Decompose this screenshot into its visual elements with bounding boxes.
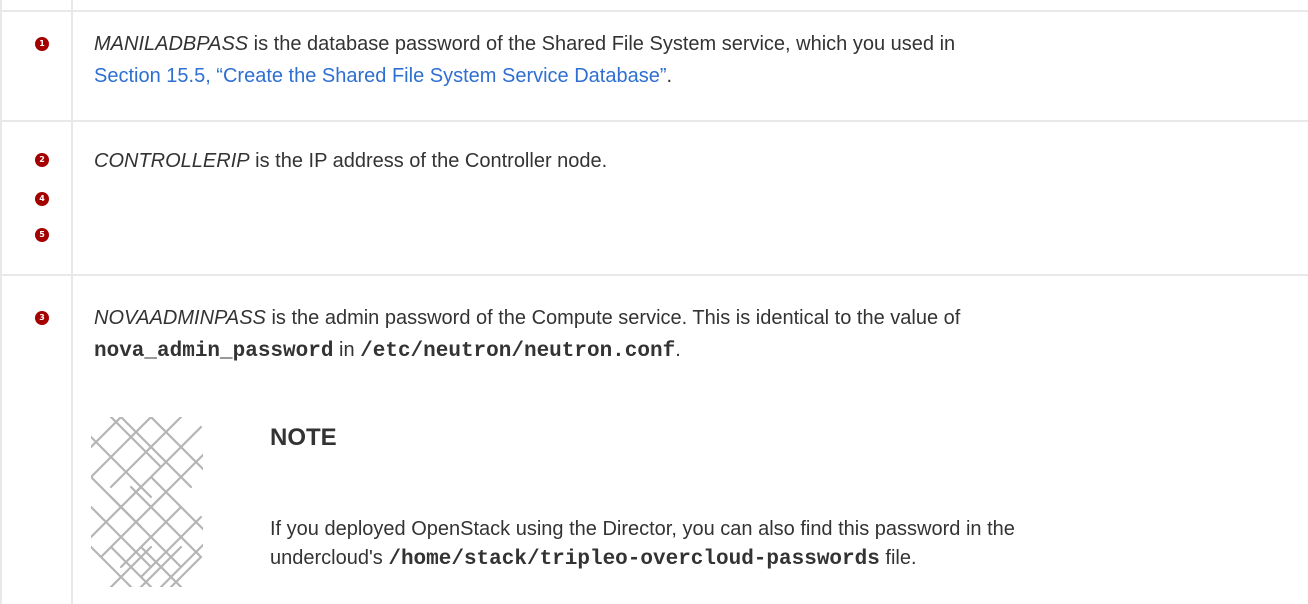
link-period: .: [666, 65, 673, 87]
code-joiner: in: [333, 339, 361, 361]
row-divider: [0, 120, 1308, 122]
note-line-1: If you deployed OpenStack using the Dire…: [270, 518, 1015, 540]
note-prefix: undercloud's: [270, 547, 389, 569]
note-title: NOTE: [270, 424, 337, 451]
variable-name: NOVAADMINPASS: [94, 307, 266, 329]
callout-description: is the database password of the Shared F…: [248, 33, 956, 55]
code-option: nova_admin_password: [94, 340, 334, 363]
callout-text-2: CONTROLLERIP is the IP address of the Co…: [94, 145, 607, 177]
row-divider: [0, 10, 1308, 12]
callout-text-3: NOVAADMINPASS is the admin password of t…: [94, 302, 960, 334]
callout-badge-1: 1: [35, 37, 49, 51]
section-link[interactable]: Section 15.5, “Create the Shared File Sy…: [94, 65, 667, 87]
callout-description: is the IP address of the Controller node…: [249, 150, 608, 172]
variable-name: MANILADBPASS: [94, 33, 249, 55]
row-divider: [0, 274, 1308, 276]
code-path: /etc/neutron/neutron.conf: [360, 340, 676, 363]
callout-description: is the admin password of the Compute ser…: [265, 307, 961, 329]
note-suffix: file.: [879, 547, 917, 569]
note-line-2: undercloud's /home/stack/tripleo-overclo…: [270, 544, 1015, 574]
callout-badge-4: 4: [35, 192, 49, 206]
note-pattern-icon: [91, 417, 203, 587]
code-period: .: [675, 339, 681, 361]
callout-badge-5: 5: [35, 228, 49, 242]
callout-list: 1 MANILADBPASS is the database password …: [0, 0, 1308, 604]
callout-badge-2: 2: [35, 153, 49, 167]
note-body: If you deployed OpenStack using the Dire…: [270, 515, 1015, 574]
note-code-path: /home/stack/tripleo-overcloud-passwords: [388, 548, 880, 571]
table-left-border: [0, 0, 2, 604]
callout-text-1-line2: Section 15.5, “Create the Shared File Sy…: [94, 60, 672, 92]
callout-badge-3: 3: [35, 311, 49, 325]
callout-text-3-line2: nova_admin_password in /etc/neutron/neut…: [94, 334, 681, 368]
variable-name: CONTROLLERIP: [94, 150, 250, 172]
callout-text-1: MANILADBPASS is the database password of…: [94, 28, 955, 60]
column-divider: [71, 0, 73, 604]
